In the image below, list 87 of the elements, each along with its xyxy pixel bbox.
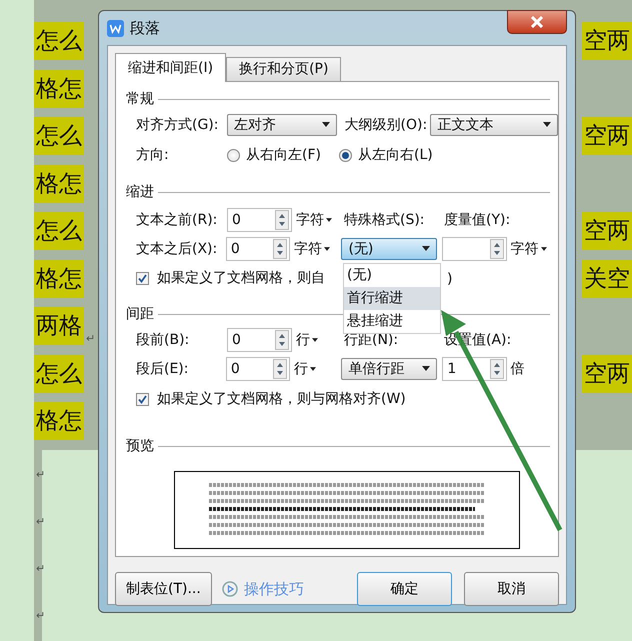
tab[interactable]: 换行和分页(P)	[226, 57, 342, 81]
menu-item[interactable]: (无)	[344, 264, 440, 287]
menu-item[interactable]: 悬挂缩进	[344, 310, 440, 333]
highlighted-text: 空两	[582, 117, 632, 155]
highlighted-text: 两格	[34, 307, 84, 345]
check-icon	[138, 274, 147, 282]
caret-icon	[324, 246, 330, 250]
close-icon	[531, 16, 543, 28]
caret-icon	[422, 366, 430, 371]
section-title: 常规	[126, 90, 154, 108]
tabs-button[interactable]: 制表位(T)...	[115, 572, 212, 606]
paragraph-mark: ↵	[35, 468, 44, 482]
unit-dropdown[interactable]: 行	[290, 360, 342, 378]
app-logo-icon	[107, 20, 124, 36]
caret-icon	[540, 246, 547, 250]
paragraph-mark: ↵	[35, 514, 44, 530]
unit-dropdown[interactable]: 行	[292, 330, 344, 348]
checkbox-label: )	[447, 271, 452, 287]
window-title: 段落	[130, 18, 160, 38]
highlighted-text: 空两	[582, 354, 632, 392]
spin-field[interactable]	[442, 236, 507, 260]
checkbox[interactable]	[136, 392, 149, 406]
paragraph-mark: ↵	[85, 332, 96, 345]
field-label: 文本之前(R):	[136, 210, 218, 228]
highlighted-text: 怎么	[34, 354, 84, 392]
highlighted-text: 空两	[582, 212, 632, 250]
highlighted-text: 空两	[582, 22, 632, 60]
unit-dropdown[interactable]: 字符	[290, 240, 342, 258]
caret-icon	[310, 366, 316, 370]
field-label: 大纲级别(O):	[344, 116, 428, 134]
highlighted-text: 格怎	[34, 164, 84, 202]
field-label: 特殊格式(S):	[344, 210, 426, 228]
caret-icon	[326, 218, 332, 222]
radio-option[interactable]: 从右向左(F)	[227, 146, 321, 164]
section-title: 缩进	[126, 183, 154, 201]
spin-field[interactable]: 0	[227, 328, 292, 352]
field-label: 段后(E):	[136, 360, 190, 378]
unit-dropdown[interactable]: 字符	[292, 210, 344, 228]
highlighted-text: 格怎	[34, 402, 84, 440]
check-icon	[138, 394, 147, 404]
spin-arrows-icon	[490, 238, 504, 258]
caret-icon	[543, 122, 551, 127]
spin-arrows-icon	[490, 358, 504, 378]
spin-arrows-icon	[273, 238, 288, 258]
checkbox[interactable]	[136, 272, 149, 284]
cancel-button[interactable]: 取消	[464, 572, 559, 606]
field-label: 对齐方式(G):	[136, 116, 220, 134]
highlighted-text: 关空	[582, 260, 632, 298]
section-title: 预览	[126, 437, 154, 455]
checkbox-label: 如果定义了文档网格，则自	[157, 269, 325, 287]
section-title: 间距	[126, 305, 154, 323]
play-icon	[222, 581, 238, 597]
paragraph-mark: ↵	[35, 608, 44, 624]
close-button[interactable]	[507, 10, 567, 34]
spin-field[interactable]: 0	[227, 208, 292, 232]
radio-dot[interactable]	[338, 148, 352, 162]
paragraph-mark: ↵	[35, 562, 44, 576]
ok-button[interactable]: 确定	[357, 572, 452, 606]
highlighted-text: 格怎	[34, 70, 84, 108]
special-format-dropdown[interactable]: (无)	[341, 238, 438, 260]
menu-item[interactable]: 首行缩进	[344, 287, 440, 310]
highlighted-text: 怎么	[34, 212, 84, 250]
outline-dropdown[interactable]: 正文文本	[430, 114, 558, 136]
field-label: 方向:	[136, 146, 170, 164]
highlighted-text: 格怎	[34, 260, 84, 298]
alignment-dropdown[interactable]: 左对齐	[226, 114, 337, 136]
field-label: 段前(B):	[136, 330, 190, 348]
spin-field[interactable]: 0	[226, 356, 290, 380]
checkbox-label: 如果定义了文档网格，则与网格对齐(W)	[157, 390, 406, 408]
tab[interactable]: 缩进和间距(I)	[115, 53, 226, 82]
unit-label: 倍	[510, 360, 526, 378]
caret-icon	[422, 246, 430, 251]
highlighted-text: 怎么	[34, 117, 84, 155]
spin-arrows-icon	[275, 330, 289, 350]
radio-option[interactable]: 从左向右(L)	[338, 146, 433, 164]
field-label: 度量值(Y):	[444, 210, 510, 228]
field-label: 文本之后(X):	[136, 240, 218, 258]
caret-icon	[322, 122, 330, 127]
unit-dropdown[interactable]: 字符	[506, 240, 558, 258]
line-spacing-dropdown[interactable]: 单倍行距	[341, 358, 438, 380]
spin-arrows-icon	[273, 358, 288, 378]
radio-dot[interactable]	[227, 148, 240, 162]
caret-icon	[312, 338, 318, 342]
spin-arrows-icon	[275, 210, 289, 230]
highlighted-text: 怎么	[34, 22, 84, 60]
spin-field[interactable]: 1	[442, 356, 507, 380]
spin-field[interactable]: 0	[226, 236, 290, 260]
